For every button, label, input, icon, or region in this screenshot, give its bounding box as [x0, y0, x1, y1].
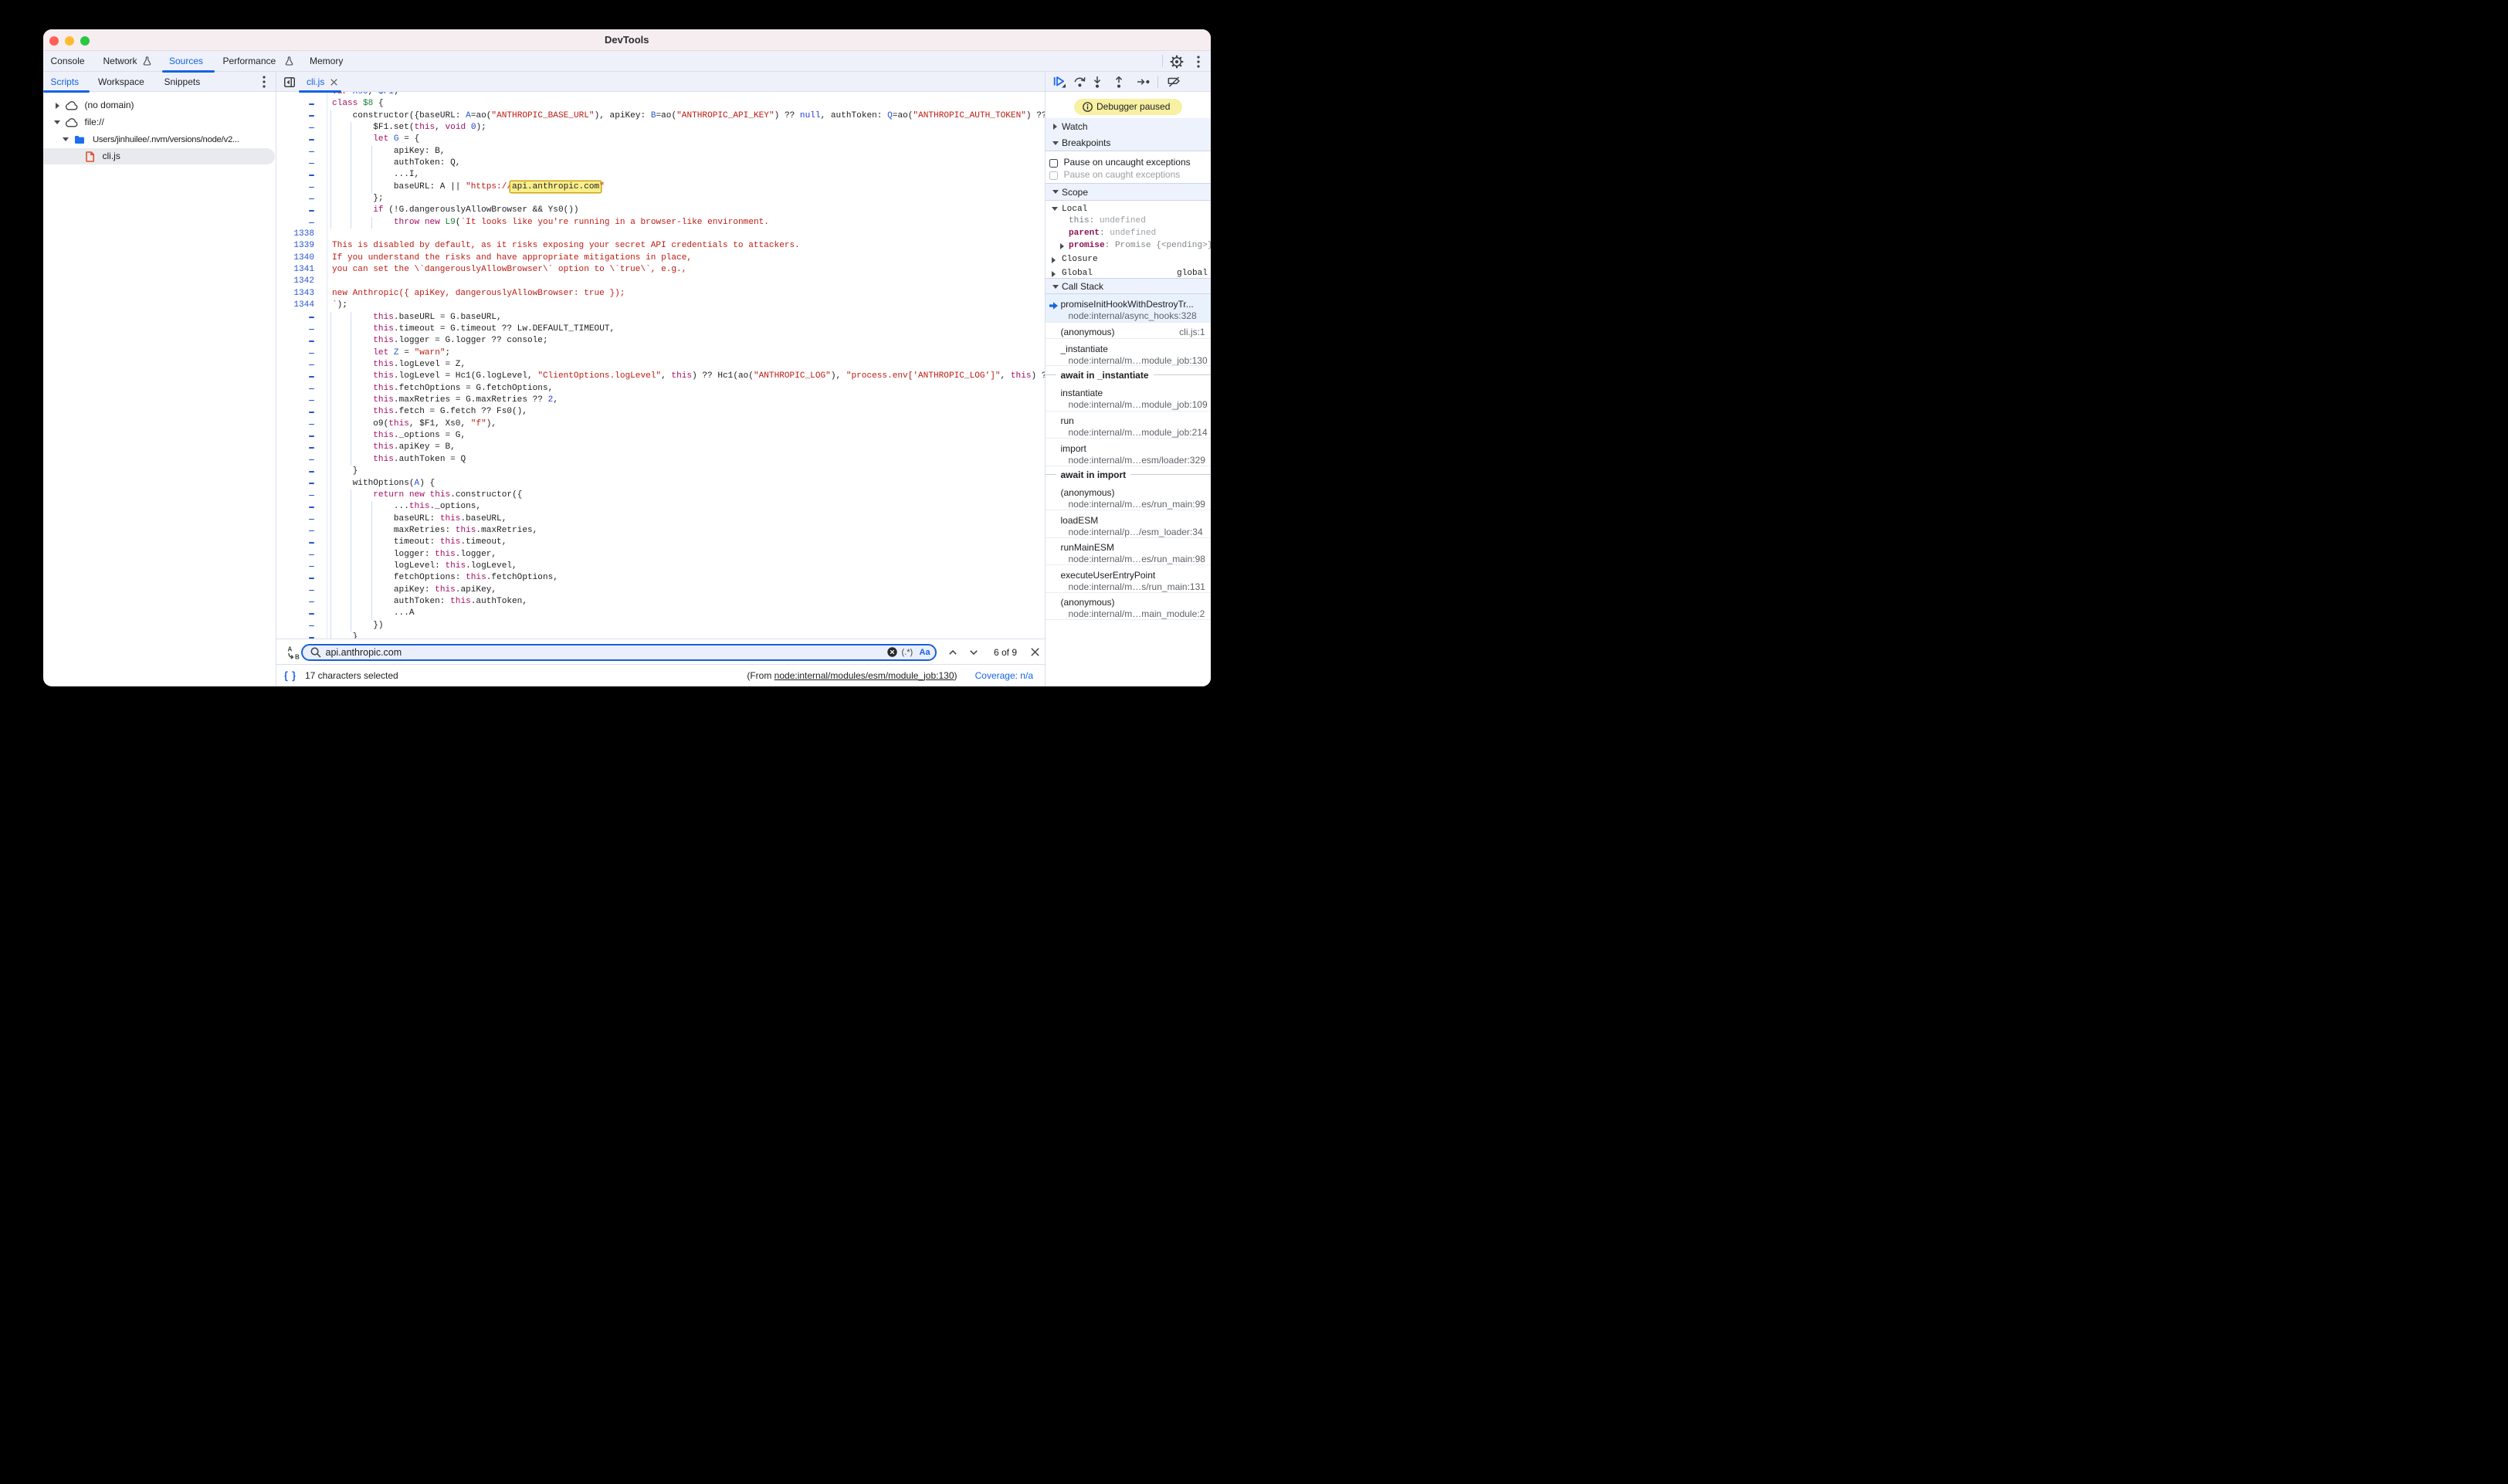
svg-text:B: B	[295, 653, 300, 660]
svg-text:A: A	[287, 645, 292, 652]
